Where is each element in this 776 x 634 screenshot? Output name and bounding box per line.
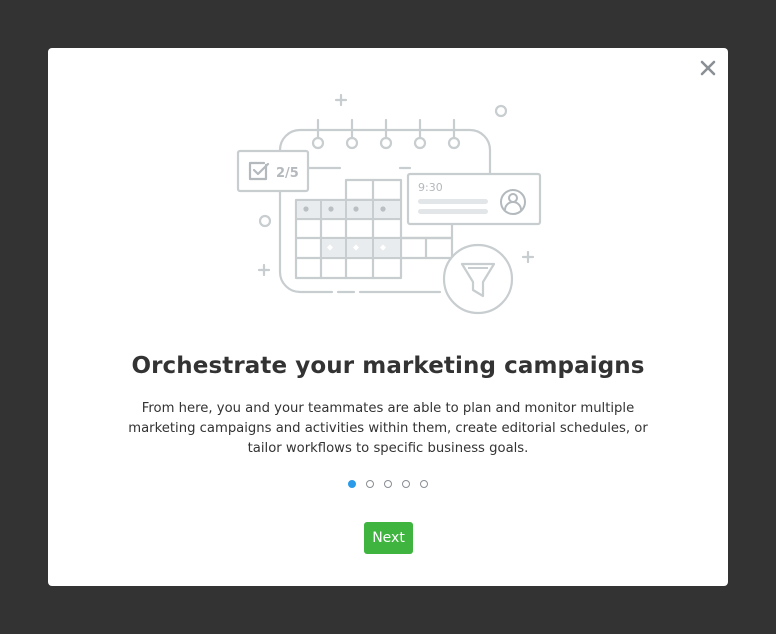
circle-decoration-icon: [258, 214, 272, 228]
circle-decoration-icon: [494, 104, 508, 118]
pagination-dot-5[interactable]: [420, 480, 428, 488]
pagination-dots: [48, 480, 728, 492]
dialog-description: From here, you and your teammates are ab…: [128, 401, 648, 456]
close-icon: [700, 60, 716, 76]
next-button[interactable]: Next: [364, 522, 413, 554]
pagination-dot-3[interactable]: [384, 480, 392, 488]
task-counter-label: 2/5: [276, 166, 299, 181]
dialog-title: Orchestrate your marketing campaigns: [131, 353, 645, 379]
event-time-label: 9:30: [418, 181, 443, 194]
close-button[interactable]: [698, 58, 718, 78]
funnel-icon: [442, 243, 514, 315]
task-counter-card: 2/5: [236, 149, 310, 193]
onboarding-dialog: 2/5 9:30 Orchestrate your marketing camp…: [48, 48, 728, 586]
campaign-illustration: 2/5 9:30: [236, 93, 542, 315]
pagination-dot-1[interactable]: [348, 480, 356, 488]
pagination-dot-4[interactable]: [402, 480, 410, 488]
pagination-dot-2[interactable]: [366, 480, 374, 488]
event-card: 9:30: [406, 172, 542, 226]
